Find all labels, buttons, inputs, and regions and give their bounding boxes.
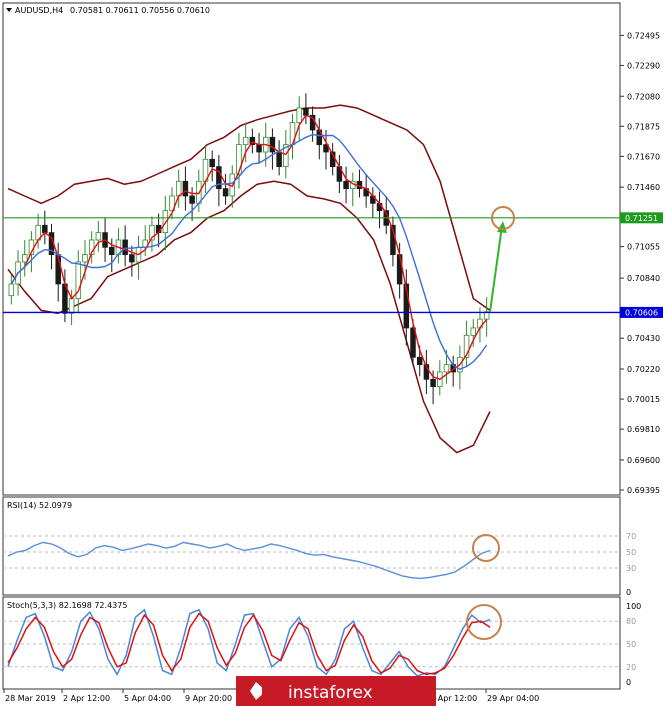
rsi-level-label: 0 [626,588,631,597]
candle-body [303,107,309,116]
candle-body [242,136,249,146]
stoch-panel [2,596,621,690]
candle-body [109,246,115,256]
candle-body [276,151,282,168]
price-tick-label: 0.71670 [627,152,660,161]
candle-body [182,180,189,197]
stoch-title: Stoch(5,3,3) 82.1698 72.4375 [7,601,127,610]
candle-body [443,364,450,373]
support-price-label: 0.70606 [625,308,658,317]
price-tick-label: 0.72080 [627,92,660,101]
price-tick-label: 0.69810 [627,425,660,434]
rsi-title: RSI(14) 52.0979 [7,501,72,510]
price-panel [2,2,621,496]
time-tick-label: 5 Apr 04:00 [124,694,171,703]
price-tick-label: 0.71460 [627,183,660,192]
candle-body [430,378,436,388]
chart-canvas: AUDUSD,H4 0.70581 0.70611 0.70556 0.7061… [2,2,663,706]
time-tick-label: 29 Apr 04:00 [487,694,539,703]
time-tick-label: 2 Apr 12:00 [63,694,110,703]
price-tick-label: 0.71055 [627,243,660,252]
price-tick-label: 0.70220 [627,365,660,374]
stoch-level-label: 20 [626,663,636,672]
price-tick-label: 0.72290 [627,61,660,70]
candle-body [82,254,88,263]
price-y-axis: 0.72495 0.72290 0.72080 0.71875 0.71670 0.714… [620,31,660,495]
candle-body [470,327,477,336]
symbol-label: AUDUSD,H4 [15,6,63,15]
candle-body [8,283,15,297]
candle-body [256,144,262,153]
candle-body [343,180,349,190]
rsi-level-label: 30 [626,564,636,573]
candle-body [209,158,215,168]
rsi-level-label: 50 [626,548,636,557]
candle-body [42,224,48,234]
price-tick-label: 0.70430 [627,334,660,343]
stoch-level-label: 80 [626,617,636,626]
rsi-panel [2,496,621,596]
candle-body [396,254,403,285]
price-tick-label: 0.70840 [627,274,660,283]
watermark: instaforex [236,676,436,706]
candle-body [122,239,128,256]
time-tick-label: 28 Mar 2019 [5,694,56,703]
resistance-price-label: 0.71251 [625,214,658,223]
candle-body [175,180,182,197]
candle-body [189,195,195,204]
stoch-level-label: 0 [626,678,631,687]
candle-body [296,107,302,124]
candle-body [68,298,75,314]
candle-body [416,356,423,366]
candle-body [129,254,135,263]
ohlc-readout: 0.70581 0.70611 0.70556 0.70610 [70,6,210,15]
candle-body [21,254,28,263]
stoch-level-label: 100 [626,602,641,611]
watermark-text: instaforex [288,683,373,703]
price-tick-label: 0.70015 [627,395,660,404]
candle-body [269,136,276,153]
candle-body [222,188,229,197]
time-tick-label: 9 Apr 20:00 [185,694,232,703]
price-tick-label: 0.69395 [627,486,660,495]
stoch-level-label: 50 [626,640,636,649]
price-tick-label: 0.69600 [627,456,660,465]
price-tick-label: 0.72495 [627,31,660,40]
candle-body [95,232,102,241]
rsi-level-label: 70 [626,532,636,541]
price-tick-label: 0.71875 [627,122,660,131]
